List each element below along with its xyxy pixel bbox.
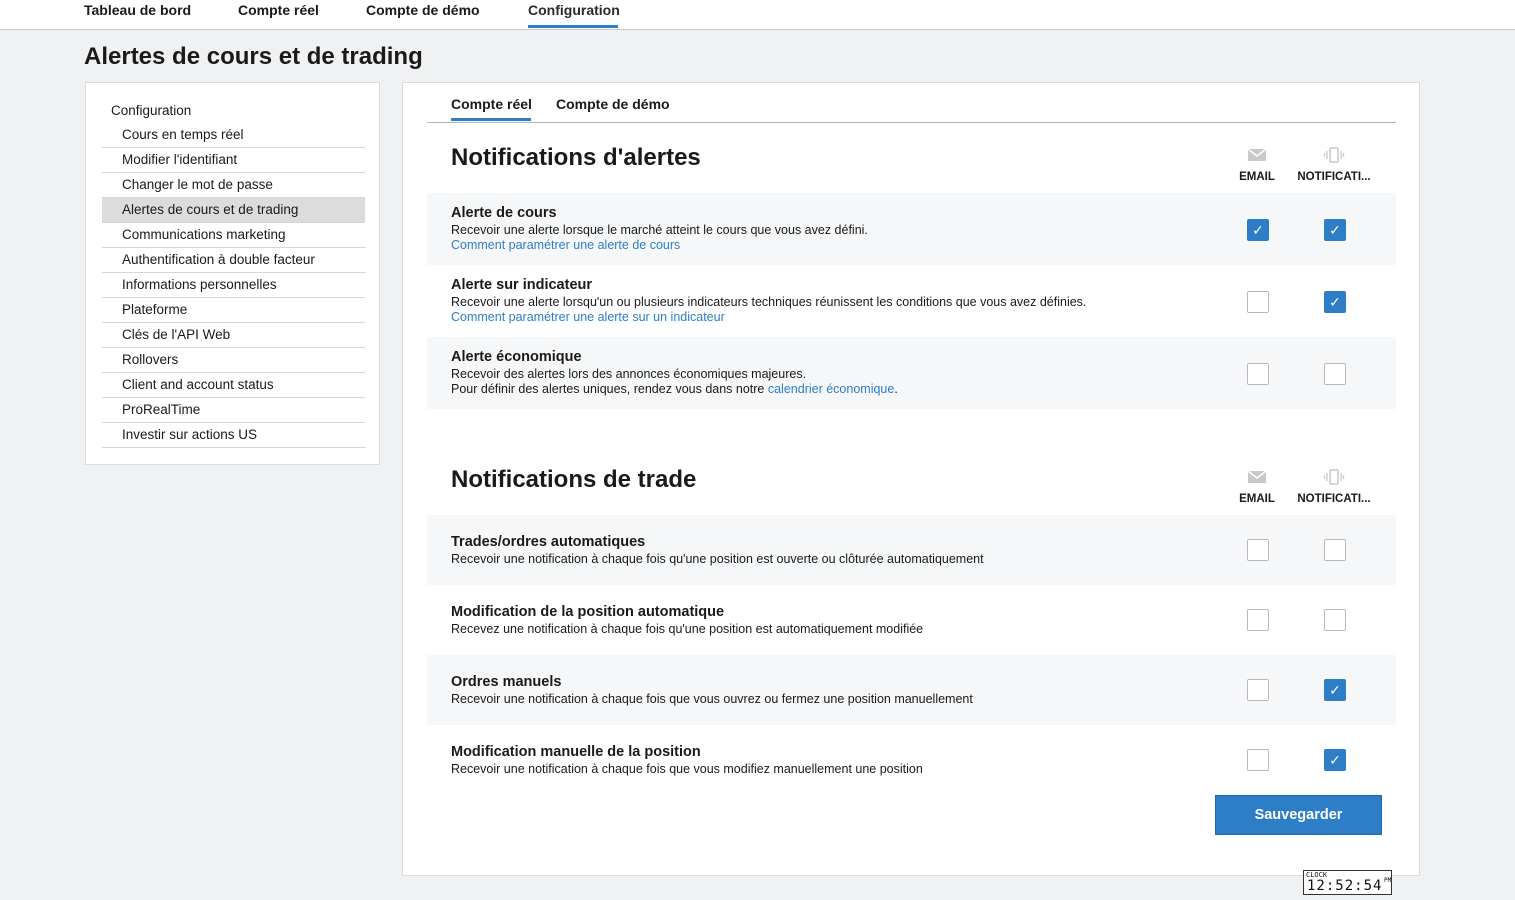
vibrating-phone-icon	[1289, 147, 1379, 167]
account-tabs: Compte réel Compte de démo	[427, 83, 1396, 123]
row-description-text: Pour définir des alertes uniques, rendez…	[451, 382, 768, 396]
notification-column-label: NOTIFICATI...	[1297, 171, 1371, 183]
clock-widget: CLOCK 12:52:54 PM	[1303, 870, 1392, 895]
email-checkbox-economic-alert[interactable]	[1247, 363, 1269, 385]
economic-calendar-link[interactable]: calendrier économique	[768, 382, 894, 396]
tab-demo-account[interactable]: Compte de démo	[556, 96, 670, 112]
row-description-text: .	[894, 382, 898, 396]
row-description: Recevoir une notification à chaque fois …	[451, 552, 984, 566]
email-checkbox-manual-orders[interactable]	[1247, 679, 1269, 701]
checkmark-icon: ✓	[1329, 222, 1341, 238]
row-title: Trades/ordres automatiques	[451, 534, 646, 550]
notification-checkbox-economic-alert[interactable]	[1324, 363, 1346, 385]
sidebar-item-real-time-quotes[interactable]: Cours en temps réel	[102, 123, 365, 148]
checkmark-icon: ✓	[1329, 294, 1341, 310]
row-description: Recevoir une alerte lorsqu'un ou plusieu…	[451, 295, 1086, 325]
sidebar-header: Configuration	[111, 103, 192, 118]
email-checkbox-indicator-alert[interactable]	[1247, 291, 1269, 313]
email-column-label: EMAIL	[1239, 171, 1275, 183]
email-checkbox-manual-modification[interactable]	[1247, 749, 1269, 771]
alert-row-indicator: Alerte sur indicateur Recevoir une alert…	[427, 265, 1396, 337]
row-description-text: Recevoir une alerte lorsqu'un ou plusieu…	[451, 295, 1087, 309]
row-title: Modification de la position automatique	[451, 604, 725, 620]
notification-checkbox-manual-orders[interactable]: ✓	[1324, 679, 1346, 701]
trade-row-manual-modification: Modification manuelle de la position Rec…	[427, 725, 1396, 795]
nav-dashboard[interactable]: Tableau de bord	[84, 2, 191, 18]
row-description: Recevoir des alertes lors des annonces é…	[451, 367, 898, 397]
email-checkbox-automatic-modification[interactable]	[1247, 609, 1269, 631]
row-title: Ordres manuels	[451, 674, 562, 690]
trade-row-automatic-modification: Modification de la position automatique …	[427, 585, 1396, 655]
nav-configuration[interactable]: Configuration	[528, 2, 620, 18]
sidebar-item-rollovers[interactable]: Rollovers	[102, 348, 365, 373]
clock-time: 12:52:54	[1307, 878, 1383, 894]
row-description-text: Recevoir des alertes lors des annonces é…	[451, 367, 807, 381]
notification-checkbox-price-alert[interactable]: ✓	[1324, 219, 1346, 241]
sidebar-item-platform[interactable]: Plateforme	[102, 298, 365, 323]
notification-checkbox-manual-modification[interactable]: ✓	[1324, 749, 1346, 771]
trade-row-automatic-orders: Trades/ordres automatiques Recevoir une …	[427, 515, 1396, 585]
alert-row-economic: Alerte économique Recevoir des alertes l…	[427, 337, 1396, 409]
trade-section-title: Notifications de trade	[451, 466, 697, 493]
row-title: Alerte sur indicateur	[451, 277, 593, 293]
email-checkbox-automatic-orders[interactable]	[1247, 539, 1269, 561]
clock-ampm: PM	[1384, 877, 1392, 884]
email-column-label: EMAIL	[1239, 493, 1275, 505]
row-description: Recevez une notification à chaque fois q…	[451, 622, 924, 636]
sidebar-item-two-factor-auth[interactable]: Authentification à double facteur	[102, 248, 365, 273]
alerts-section-title: Notifications d'alertes	[451, 144, 701, 171]
row-description: Recevoir une notification à chaque fois …	[451, 692, 973, 706]
row-title: Alerte de cours	[451, 205, 557, 221]
notification-column-header: NOTIFICATI...	[1289, 147, 1379, 183]
email-checkbox-price-alert[interactable]: ✓	[1247, 219, 1269, 241]
nav-active-indicator	[528, 25, 618, 28]
row-description-text: Recevoir une alerte lorsque le marché at…	[451, 223, 868, 237]
row-description: Recevoir une alerte lorsque le marché at…	[451, 223, 868, 253]
vibrating-phone-icon	[1289, 469, 1379, 489]
sidebar-item-personal-info[interactable]: Informations personnelles	[102, 273, 365, 298]
save-button[interactable]: Sauvegarder	[1215, 795, 1382, 835]
tab-live-account[interactable]: Compte réel	[451, 96, 532, 112]
alerts-panel: Compte réel Compte de démo Notifications…	[402, 82, 1420, 876]
alert-row-price: Alerte de cours Recevoir une alerte lors…	[427, 193, 1396, 265]
notification-checkbox-automatic-orders[interactable]	[1324, 539, 1346, 561]
settings-sidebar: Configuration Cours en temps réel Modifi…	[85, 82, 380, 465]
trade-row-manual-orders: Ordres manuels Recevoir une notification…	[427, 655, 1396, 725]
sidebar-item-price-trading-alerts[interactable]: Alertes de cours et de trading	[102, 198, 365, 223]
notification-checkbox-indicator-alert[interactable]: ✓	[1324, 291, 1346, 313]
nav-demo-account[interactable]: Compte de démo	[366, 2, 480, 18]
notification-column-header: NOTIFICATI...	[1289, 469, 1379, 505]
sidebar-item-marketing-communications[interactable]: Communications marketing	[102, 223, 365, 248]
help-link-indicator-alert[interactable]: Comment paramétrer une alerte sur un ind…	[451, 310, 725, 324]
sidebar-item-account-status[interactable]: Client and account status	[102, 373, 365, 398]
sidebar-item-web-api-keys[interactable]: Clés de l'API Web	[102, 323, 365, 348]
notification-column-label: NOTIFICATI...	[1297, 493, 1371, 505]
sidebar-item-prorealtime[interactable]: ProRealTime	[102, 398, 365, 423]
top-navigation: Tableau de bord Compte réel Compte de dé…	[0, 0, 1515, 30]
row-title: Alerte économique	[451, 349, 582, 365]
notification-checkbox-automatic-modification[interactable]	[1324, 609, 1346, 631]
sidebar-item-change-username[interactable]: Modifier l'identifiant	[102, 148, 365, 173]
sidebar-list: Cours en temps réel Modifier l'identifia…	[102, 123, 365, 448]
checkmark-icon: ✓	[1252, 222, 1264, 238]
row-title: Modification manuelle de la position	[451, 744, 701, 760]
row-description: Recevoir une notification à chaque fois …	[451, 762, 923, 776]
checkmark-icon: ✓	[1329, 752, 1341, 768]
tab-active-indicator	[451, 118, 531, 121]
page-title: Alertes de cours et de trading	[84, 43, 423, 70]
nav-live-account[interactable]: Compte réel	[238, 2, 319, 18]
checkmark-icon: ✓	[1329, 682, 1341, 698]
sidebar-item-us-stocks[interactable]: Investir sur actions US	[102, 423, 365, 448]
help-link-price-alert[interactable]: Comment paramétrer une alerte de cours	[451, 238, 680, 252]
sidebar-item-change-password[interactable]: Changer le mot de passe	[102, 173, 365, 198]
